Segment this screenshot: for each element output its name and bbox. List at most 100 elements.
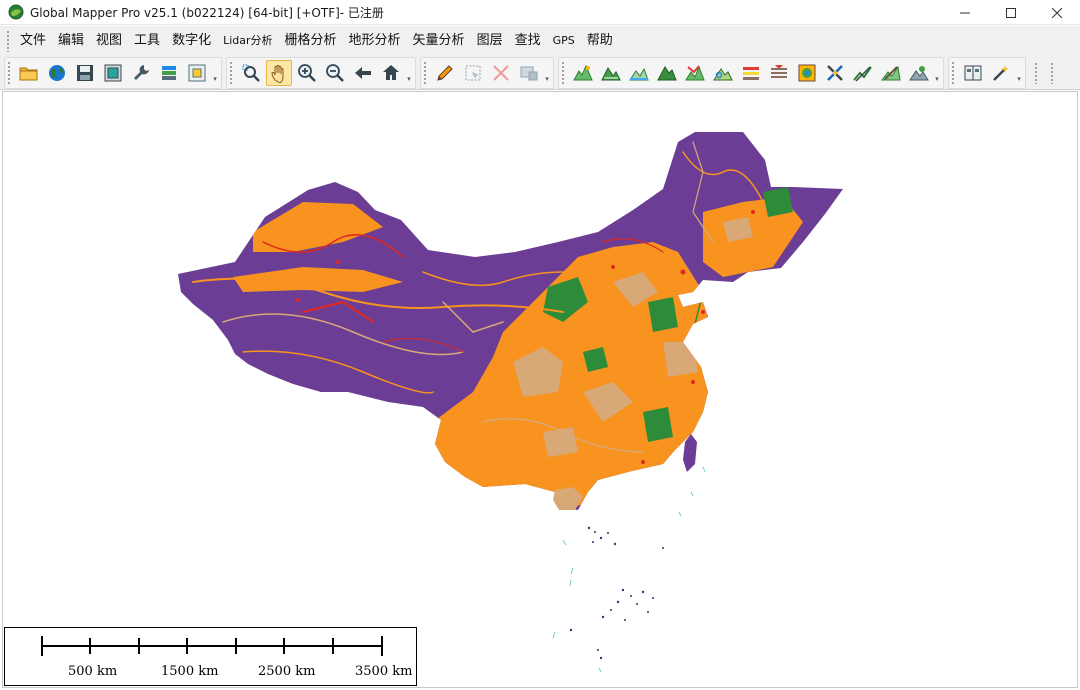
terrain-6-icon [713, 67, 733, 80]
maximize-icon [1006, 7, 1016, 18]
full-view-button[interactable] [378, 60, 404, 86]
tool-x-button[interactable] [822, 60, 848, 86]
online-data-button[interactable] [44, 60, 70, 86]
maximize-button[interactable] [988, 0, 1034, 25]
terrain-tool-5-button[interactable] [682, 60, 708, 86]
map-view[interactable] [2, 91, 1078, 688]
menu-lidar-analysis[interactable]: Lidar分析 [217, 26, 278, 56]
terrain-5-icon [685, 64, 705, 80]
scale-bar: 500 km 1500 km 2500 km 3500 km [4, 627, 417, 686]
toolbar-overflow-chevron[interactable]: ▾ [543, 60, 551, 86]
terrain-tool-2-button[interactable] [598, 60, 624, 86]
terrain-tool-1-button[interactable] [570, 60, 596, 86]
toolbar-grip[interactable] [561, 60, 565, 85]
toolbar-overflow-chevron[interactable]: ▾ [211, 60, 219, 86]
zoom-box-button[interactable] [238, 60, 264, 86]
viewshed-icon [909, 65, 929, 80]
home-icon [383, 64, 399, 80]
layers-icon [162, 65, 176, 80]
toolbar-grip[interactable] [1034, 61, 1038, 84]
menu-raster-analysis[interactable]: 栅格分析 [279, 26, 343, 56]
back-arrow-icon [355, 66, 371, 79]
magic-wand-icon [993, 64, 1009, 81]
window-title: Global Mapper Pro v25.1 (b022124) [64-bi… [30, 5, 384, 20]
window-controls [942, 0, 1080, 25]
pencil-icon [437, 64, 453, 81]
menu-search[interactable]: 查找 [509, 26, 547, 56]
zoom-in-icon [298, 63, 316, 82]
menu-file[interactable]: 文件 [14, 26, 52, 56]
zoom-in-button[interactable] [294, 60, 320, 86]
scale-label: 3500 km [355, 664, 413, 679]
wrench-icon [134, 64, 149, 80]
menu-view[interactable]: 视图 [90, 26, 128, 56]
terrain-3-icon [629, 67, 649, 80]
toolbar-grip[interactable] [951, 60, 955, 85]
save-icon [77, 64, 93, 81]
shade-icon [798, 64, 816, 81]
measure-button[interactable] [850, 60, 876, 86]
save-button[interactable] [72, 60, 98, 86]
toolbar-grip[interactable] [229, 60, 233, 85]
digitize-tool-button[interactable] [878, 60, 904, 86]
toolbar-overflow-chevron[interactable]: ▾ [405, 60, 413, 86]
frame-button[interactable] [184, 60, 210, 86]
measure-icon [853, 65, 872, 82]
menu-digitize[interactable]: 数字化 [166, 26, 217, 56]
previous-view-button[interactable] [350, 60, 376, 86]
pan-hand-icon [271, 64, 284, 83]
viewshed-button[interactable] [906, 60, 932, 86]
digitizer-button[interactable] [432, 60, 458, 86]
terrain-2-icon [601, 66, 621, 80]
toolbar-view-group: ▾ [948, 56, 1026, 89]
toolbar-overflow-chevron[interactable]: ▾ [933, 60, 941, 86]
toolbar-grip[interactable] [423, 60, 427, 85]
digitize-icon [881, 65, 901, 80]
edit-attributes-icon [520, 66, 538, 80]
pan-button[interactable] [266, 59, 292, 86]
title-bar: Global Mapper Pro v25.1 (b022124) [64-bi… [0, 0, 1080, 25]
contour-icon [771, 64, 787, 78]
map-layout-button[interactable] [100, 60, 126, 86]
toolbar-grip[interactable] [7, 60, 11, 85]
close-button[interactable] [1034, 0, 1080, 25]
menu-terrain-analysis[interactable]: 地形分析 [343, 26, 407, 56]
open-folder-icon [19, 67, 38, 80]
south-sea-islands [569, 526, 664, 660]
split-view-icon [964, 65, 982, 80]
configure-button[interactable] [128, 60, 154, 86]
land-cover-map[interactable] [3, 92, 1078, 688]
magic-wand-button[interactable] [988, 60, 1014, 86]
select-feature-button[interactable] [460, 60, 486, 86]
scale-label: 2500 km [258, 664, 316, 679]
edit-attributes-button[interactable] [516, 60, 542, 86]
menu-vector-analysis[interactable]: 矢量分析 [407, 26, 471, 56]
contour-button[interactable] [766, 60, 792, 86]
menubar-grip[interactable] [6, 30, 10, 52]
minimize-icon [960, 12, 970, 13]
terrain-tool-4-button[interactable] [654, 60, 680, 86]
menu-edit[interactable]: 编辑 [52, 26, 90, 56]
profile-icon [743, 66, 759, 80]
menu-help[interactable]: 帮助 [581, 26, 619, 56]
scale-label: 1500 km [161, 664, 219, 679]
global-mapper-logo-icon [8, 4, 24, 20]
toolbar-overflow-chevron[interactable]: ▾ [1015, 60, 1023, 86]
zoom-out-icon [326, 63, 344, 82]
minimize-button[interactable] [942, 0, 988, 25]
select-icon [465, 65, 481, 80]
scale-label: 500 km [68, 664, 118, 679]
toolbar-grip[interactable] [1050, 61, 1054, 84]
split-view-button[interactable] [960, 60, 986, 86]
open-file-button[interactable] [16, 60, 42, 86]
path-profile-button[interactable] [738, 60, 764, 86]
menu-layers[interactable]: 图层 [471, 26, 509, 56]
terrain-tool-6-button[interactable] [710, 60, 736, 86]
delete-feature-button[interactable] [488, 60, 514, 86]
menu-tools[interactable]: 工具 [128, 26, 166, 56]
terrain-tool-3-button[interactable] [626, 60, 652, 86]
zoom-out-button[interactable] [322, 60, 348, 86]
overlay-control-button[interactable] [156, 60, 182, 86]
menu-gps[interactable]: GPS [547, 26, 581, 56]
shader-button[interactable] [794, 60, 820, 86]
